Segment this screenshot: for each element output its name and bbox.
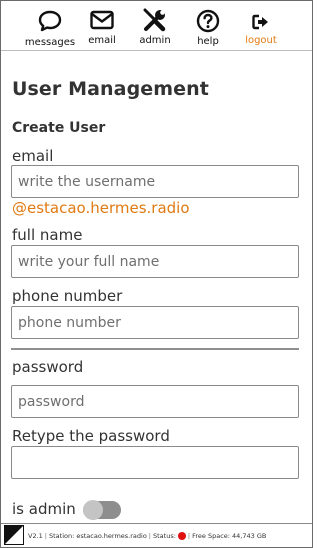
status-label: Status: xyxy=(153,532,176,540)
status-indicator xyxy=(177,532,186,540)
separator: | xyxy=(187,532,191,540)
version-text: V2.1 xyxy=(28,532,43,540)
fullname-input[interactable] xyxy=(11,245,299,278)
section-title-create-user: Create User xyxy=(12,120,106,136)
nav-item-logout[interactable]: logout xyxy=(241,1,281,51)
separator: | xyxy=(44,532,47,540)
section-divider xyxy=(11,348,299,350)
is-admin-label: is admin xyxy=(12,500,76,518)
chat-bubble-icon xyxy=(38,10,62,32)
nav-label-help: help xyxy=(197,36,219,47)
sign-out-icon xyxy=(252,14,268,30)
app-frame: messages email admin help logout User Ma… xyxy=(0,0,313,548)
nav-label-admin: admin xyxy=(139,35,171,46)
nav-label-logout: logout xyxy=(245,35,277,46)
email-label: email xyxy=(12,147,54,165)
nav-label-email: email xyxy=(88,35,116,46)
envelope-icon xyxy=(90,10,114,30)
free-space-text: Free Space: 44,743 GB xyxy=(192,532,267,540)
nav-item-email[interactable]: email xyxy=(82,1,122,51)
email-username-input[interactable] xyxy=(11,165,299,198)
separator: | xyxy=(148,532,151,540)
nav-item-admin[interactable]: admin xyxy=(135,1,175,51)
tools-icon xyxy=(143,8,166,32)
station-text: Station: estacao.hermes.radio xyxy=(49,532,147,540)
phone-label: phone number xyxy=(12,287,123,305)
question-circle-icon xyxy=(196,9,220,33)
page-title: User Management xyxy=(12,78,209,100)
corner-logo-icon xyxy=(4,525,24,545)
status-text: V2.1 | Station: estacao.hermes.radio | S… xyxy=(28,532,266,540)
retype-password-input[interactable] xyxy=(11,446,299,479)
is-admin-toggle[interactable] xyxy=(83,500,121,520)
fullname-label: full name xyxy=(12,226,83,244)
phone-input[interactable] xyxy=(11,306,299,339)
email-domain-suffix: @estacao.hermes.radio xyxy=(12,199,190,217)
password-input[interactable] xyxy=(11,385,299,418)
toggle-knob xyxy=(83,500,103,520)
nav-item-messages[interactable]: messages xyxy=(25,1,75,51)
retype-password-label: Retype the password xyxy=(12,427,170,445)
nav-item-help[interactable]: help xyxy=(188,1,228,51)
status-bar: V2.1 | Station: estacao.hermes.radio | S… xyxy=(1,523,312,547)
nav-label-messages: messages xyxy=(24,37,76,48)
top-nav: messages email admin help logout xyxy=(1,1,312,51)
password-label: password xyxy=(12,358,84,376)
